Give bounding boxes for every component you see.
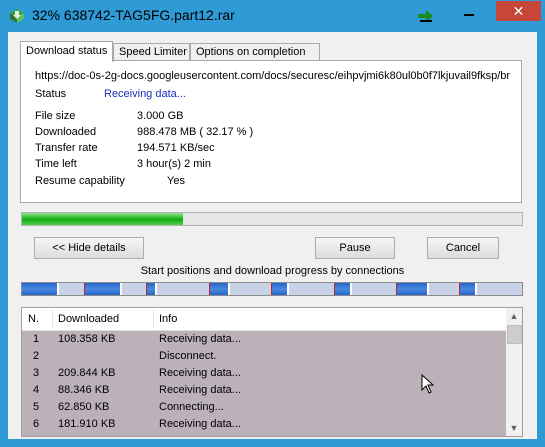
connection-progress-segment <box>397 283 427 295</box>
row-downloaded: 181.910 KB <box>58 418 116 430</box>
header-divider[interactable] <box>52 310 53 328</box>
scroll-up-icon[interactable]: ▲ <box>506 308 522 324</box>
hide-details-button[interactable]: << Hide details <box>34 237 144 259</box>
transfer-rate-value: 194.571 KB/sec <box>137 142 215 154</box>
connections-caption: Start positions and download progress by… <box>140 265 405 277</box>
scroll-thumb[interactable] <box>507 325 522 344</box>
connections-progress-bar <box>21 282 523 296</box>
row-info: Receiving data... <box>159 384 241 396</box>
connection-progress-segment <box>335 283 350 295</box>
progress-fill <box>22 213 183 225</box>
connection-marker <box>350 283 352 295</box>
connection-marker <box>155 283 157 295</box>
scroll-down-icon[interactable]: ▼ <box>506 420 522 436</box>
pause-button[interactable]: Pause <box>315 237 395 259</box>
time-left-value: 3 hour(s) 2 min <box>137 158 211 170</box>
header-info[interactable]: Info <box>159 313 177 325</box>
row-info: Connecting... <box>159 401 224 413</box>
row-number: 1 <box>33 333 40 345</box>
vertical-scrollbar[interactable]: ▲ ▼ <box>506 308 522 436</box>
window-title: 32% 638742-TAG5FG.part12.rar <box>32 7 235 23</box>
resume-capability-value: Yes <box>167 175 185 187</box>
row-number: 4 <box>33 384 40 396</box>
connection-progress-segment <box>460 283 475 295</box>
row-info: Receiving data... <box>159 367 241 379</box>
tab-options-on-completion[interactable]: Options on completion <box>190 43 320 60</box>
minimize-button[interactable] <box>460 6 478 22</box>
row-number: 6 <box>33 418 40 430</box>
list-header: N. Downloaded Info <box>22 308 506 331</box>
connections-list[interactable]: N. Downloaded Info 1 108.358 KB Receivin… <box>21 307 523 437</box>
header-divider[interactable] <box>153 310 154 328</box>
tab-speed-limiter[interactable]: Speed Limiter <box>113 43 190 60</box>
cancel-button[interactable]: Cancel <box>427 237 499 259</box>
download-url: https://doc-0s-2g-docs.googleusercontent… <box>35 70 511 82</box>
row-downloaded: 62.850 KB <box>58 401 110 413</box>
row-downloaded: 209.844 KB <box>58 367 116 379</box>
connection-marker <box>287 283 289 295</box>
row-info: Disconnect. <box>159 350 217 362</box>
download-window: 32% 638742-TAG5FG.part12.rar ✕ Download … <box>0 0 545 447</box>
file-size-value: 3.000 GB <box>137 110 184 122</box>
transfer-rate-label: Transfer rate <box>35 142 98 154</box>
resume-capability-label: Resume capability <box>35 175 125 187</box>
time-left-label: Time left <box>35 158 77 170</box>
connection-progress-segment <box>147 283 155 295</box>
download-arrow-icon[interactable] <box>418 9 434 23</box>
row-downloaded: 88.346 KB <box>58 384 110 396</box>
connection-marker <box>228 283 230 295</box>
file-size-label: File size <box>35 110 76 122</box>
dialog-client-area: Download status Speed Limiter Options on… <box>8 32 537 439</box>
downloaded-label: Downloaded <box>35 126 97 138</box>
connection-marker <box>120 283 122 295</box>
connection-progress-segment <box>272 283 287 295</box>
status-label: Status <box>35 88 67 100</box>
list-row[interactable]: 1 108.358 KB Receiving data... <box>22 331 506 348</box>
title-bar[interactable]: 32% 638742-TAG5FG.part12.rar ✕ <box>0 0 545 32</box>
status-value: Receiving data... <box>104 88 186 100</box>
row-number: 2 <box>33 350 40 362</box>
list-row[interactable]: 2 Disconnect. <box>22 348 506 365</box>
tab-download-status[interactable]: Download status <box>20 41 113 62</box>
connection-marker <box>475 283 477 295</box>
list-row[interactable]: 6 181.910 KB Receiving data... <box>22 416 506 433</box>
download-progress-bar <box>21 212 523 226</box>
row-number: 3 <box>33 367 40 379</box>
row-number: 5 <box>33 401 40 413</box>
close-button[interactable]: ✕ <box>496 1 541 21</box>
row-downloaded: 108.358 KB <box>58 333 116 345</box>
connection-marker <box>427 283 429 295</box>
row-info: Receiving data... <box>159 418 241 430</box>
header-downloaded[interactable]: Downloaded <box>58 313 119 325</box>
connection-progress-segment <box>22 283 57 295</box>
mouse-cursor-icon <box>421 374 435 394</box>
connection-progress-segment <box>210 283 228 295</box>
connection-marker <box>57 283 59 295</box>
idm-app-icon[interactable] <box>9 8 25 24</box>
download-status-panel: https://doc-0s-2g-docs.googleusercontent… <box>20 60 522 203</box>
list-row[interactable]: 5 62.850 KB Connecting... <box>22 399 506 416</box>
downloaded-value: 988.478 MB ( 32.17 % ) <box>137 126 254 138</box>
connection-progress-segment <box>85 283 120 295</box>
header-number[interactable]: N. <box>28 313 39 325</box>
row-info: Receiving data... <box>159 333 241 345</box>
